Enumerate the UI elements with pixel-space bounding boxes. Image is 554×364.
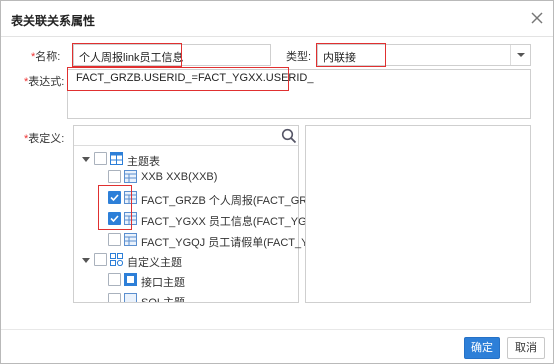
table-icon: [124, 191, 137, 204]
tree-search-input[interactable]: [74, 126, 298, 146]
relation-properties-dialog: 表关联关系属性 *名称: 个人周报link员工信息 类型: 内联接 *表达式: …: [0, 0, 554, 364]
type-label: 类型:: [286, 51, 312, 63]
tree-node-theme-tables[interactable]: 主题表: [74, 150, 298, 168]
tree-checkbox[interactable]: [108, 273, 121, 286]
table-icon: [124, 212, 137, 225]
expand-triangle-icon[interactable]: [82, 256, 90, 264]
dialog-title-bar: 表关联关系属性: [1, 1, 553, 37]
tree-checkbox[interactable]: [94, 152, 107, 165]
tree-node-sql-theme[interactable]: SQL主题: [74, 291, 298, 302]
cancel-button[interactable]: 取消: [507, 337, 545, 359]
table-icon: [124, 170, 137, 183]
tree-node-fact-ygxx[interactable]: FACT_YGXX 员工信息(FACT_YGXX): [74, 210, 325, 228]
tree-node-custom-themes[interactable]: 自定义主题: [74, 251, 298, 269]
type-select-value: 内联接: [323, 52, 356, 64]
tree-checkbox[interactable]: [108, 233, 121, 246]
tree-checkbox[interactable]: [108, 293, 121, 302]
ok-button[interactable]: 确定: [464, 337, 500, 359]
name-input[interactable]: 个人周报link员工信息: [73, 44, 271, 66]
sql-icon: [124, 293, 137, 302]
expression-value: FACT_GRZB.USERID_=FACT_YGXX.USERID_: [76, 72, 314, 84]
expression-label: *表达式:: [24, 76, 65, 88]
interface-icon: [124, 273, 137, 286]
close-icon[interactable]: [527, 8, 547, 28]
tree-checkbox[interactable]: [94, 253, 107, 266]
name-input-value: 个人周报link员工信息: [79, 52, 184, 64]
type-select[interactable]: 内联接: [317, 44, 531, 66]
tree-node-fact-ygqj[interactable]: FACT_YGQJ 员工请假单(FACT_YGQ: [74, 231, 326, 249]
tree-checkbox-checked[interactable]: [108, 212, 121, 225]
dialog-footer: 确定 取消: [1, 329, 553, 363]
tree-node-xxb[interactable]: XXB XXB(XXB): [74, 168, 298, 186]
search-icon[interactable]: [281, 128, 297, 144]
name-label: *名称:: [31, 51, 61, 63]
tree-checkbox[interactable]: [108, 170, 121, 183]
table-definition-label: *表定义:: [24, 133, 65, 145]
table-tree-panel: 主题表 XXB XXB(XXB) FACT_GRZB 个人周报(FACT_GRZ…: [73, 125, 326, 303]
custom-theme-icon: [110, 253, 124, 267]
table-group-icon: [110, 152, 123, 165]
tree-node-fact-grzb[interactable]: FACT_GRZB 个人周报(FACT_GRZB): [74, 189, 325, 207]
tree-node-interface-theme[interactable]: 接口主题: [74, 271, 298, 289]
dialog-title: 表关联关系属性: [11, 14, 96, 28]
expression-textarea[interactable]: FACT_GRZB.USERID_=FACT_YGXX.USERID_: [67, 69, 531, 119]
chevron-down-icon[interactable]: [510, 45, 530, 65]
tree-checkbox-checked[interactable]: [108, 191, 121, 204]
table-icon: [124, 233, 137, 246]
relation-preview-panel: [305, 125, 531, 303]
expand-triangle-icon[interactable]: [82, 155, 90, 163]
